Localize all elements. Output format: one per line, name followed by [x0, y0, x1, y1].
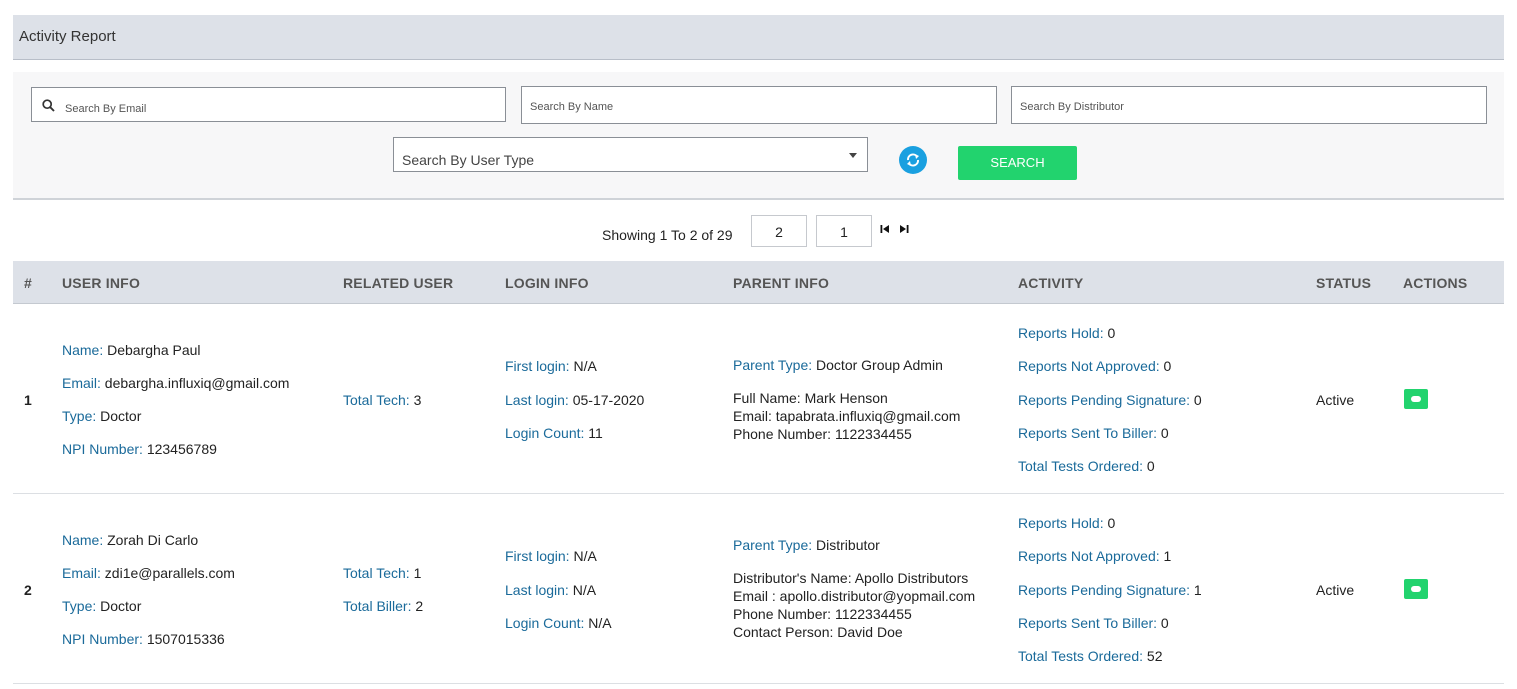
- parent-phone: Phone Number: 1122334455: [733, 426, 912, 442]
- user-email: Email: zdi1e@parallels.com: [62, 565, 235, 581]
- page-header: Activity Report: [13, 15, 1504, 60]
- user-type-placeholder: Search By User Type: [402, 152, 535, 168]
- col-actions: ACTIONS: [1403, 275, 1468, 291]
- login-count: Login Count: N/A: [505, 615, 612, 631]
- search-icon: [42, 99, 55, 112]
- parent-phone: Phone Number: 1122334455: [733, 606, 912, 622]
- refresh-button[interactable]: [899, 146, 927, 174]
- email-search-input[interactable]: Search By Email: [31, 87, 506, 122]
- first-page-icon[interactable]: [880, 224, 890, 234]
- related-total-tech: Total Tech: 3: [343, 392, 422, 408]
- parent-email: Email: tapabrata.influxiq@gmail.com: [733, 408, 961, 424]
- status-text: Active: [1316, 392, 1355, 408]
- table-row: 2 Name: Zorah Di Carlo Email: zdi1e@para…: [13, 494, 1504, 684]
- name-search-placeholder: Search By Name: [530, 101, 614, 113]
- user-npi: NPI Number: 1507015336: [62, 631, 225, 647]
- first-login: First login: N/A: [505, 548, 597, 564]
- col-status: STATUS: [1316, 275, 1372, 291]
- user-name: Name: Zorah Di Carlo: [62, 532, 199, 548]
- row-index: 2: [24, 582, 32, 598]
- related-total-biller: Total Biller: 2: [343, 598, 424, 614]
- table-header: # USER INFO RELATED USER LOGIN INFO PARE…: [13, 261, 1504, 304]
- parent-email: Email : apollo.distributor@yopmail.com: [733, 588, 976, 604]
- parent-type: Parent Type: Doctor Group Admin: [733, 357, 943, 373]
- col-related-user: RELATED USER: [343, 275, 454, 291]
- last-page-icon[interactable]: [899, 224, 909, 234]
- row-index: 1: [24, 392, 32, 408]
- user-name: Name: Debargha Paul: [62, 342, 201, 358]
- distributor-search-input[interactable]: Search By Distributor: [1011, 86, 1487, 124]
- user-type: Type: Doctor: [62, 408, 142, 424]
- col-login-info: LOGIN INFO: [505, 275, 589, 291]
- name-search-input[interactable]: Search By Name: [521, 86, 997, 124]
- reports-sent-to-biller: Reports Sent To Biller: 0: [1018, 615, 1169, 631]
- reports-not-approved: Reports Not Approved: 0: [1018, 358, 1172, 374]
- login-count: Login Count: 11: [505, 425, 603, 441]
- pager-summary: Showing 1 To 2 of 29: [602, 227, 733, 243]
- search-button[interactable]: SEARCH: [958, 146, 1077, 180]
- reports-pending-signature: Reports Pending Signature: 0: [1018, 392, 1202, 408]
- email-search-placeholder: Search By Email: [65, 103, 147, 115]
- distributor-search-placeholder: Search By Distributor: [1020, 101, 1124, 113]
- last-login: Last login: N/A: [505, 582, 597, 598]
- reports-hold: Reports Hold: 0: [1018, 515, 1116, 531]
- page-title: Activity Report: [19, 28, 116, 45]
- user-email: Email: debargha.influxiq@gmail.com: [62, 375, 290, 391]
- parent-distributor-name: Distributor's Name: Apollo Distributors: [733, 570, 969, 586]
- chevron-down-icon: [849, 153, 857, 158]
- reports-pending-signature: Reports Pending Signature: 1: [1018, 582, 1202, 598]
- reports-sent-to-biller: Reports Sent To Biller: 0: [1018, 425, 1169, 441]
- refresh-icon: [907, 153, 919, 167]
- user-type: Type: Doctor: [62, 598, 142, 614]
- parent-contact-person: Contact Person: David Doe: [733, 624, 903, 640]
- parent-full-name: Full Name: Mark Henson: [733, 390, 888, 406]
- first-login: First login: N/A: [505, 358, 597, 374]
- user-npi: NPI Number: 123456789: [62, 441, 217, 457]
- col-parent-info: PARENT INFO: [733, 275, 830, 291]
- total-tests-ordered: Total Tests Ordered: 52: [1018, 648, 1163, 664]
- last-login: Last login: 05-17-2020: [505, 392, 645, 408]
- reports-hold: Reports Hold: 0: [1018, 325, 1116, 341]
- table-row: 1 Name: Debargha Paul Email: debargha.in…: [13, 304, 1504, 494]
- status-toggle-icon[interactable]: [1404, 389, 1428, 409]
- page-size-input[interactable]: 2: [751, 215, 807, 247]
- status-text: Active: [1316, 582, 1355, 598]
- page-number-input[interactable]: 1: [816, 215, 872, 247]
- status-toggle-icon[interactable]: [1404, 579, 1428, 599]
- col-index: #: [24, 275, 32, 291]
- col-activity: ACTIVITY: [1018, 275, 1084, 291]
- total-tests-ordered: Total Tests Ordered: 0: [1018, 458, 1155, 474]
- filter-panel: Search By Email Search By Name Search By…: [13, 72, 1504, 200]
- related-total-tech: Total Tech: 1: [343, 565, 422, 581]
- reports-not-approved: Reports Not Approved: 1: [1018, 548, 1172, 564]
- parent-type: Parent Type: Distributor: [733, 537, 880, 553]
- col-user-info: USER INFO: [62, 275, 141, 291]
- user-type-select[interactable]: Search By User Type: [393, 137, 868, 172]
